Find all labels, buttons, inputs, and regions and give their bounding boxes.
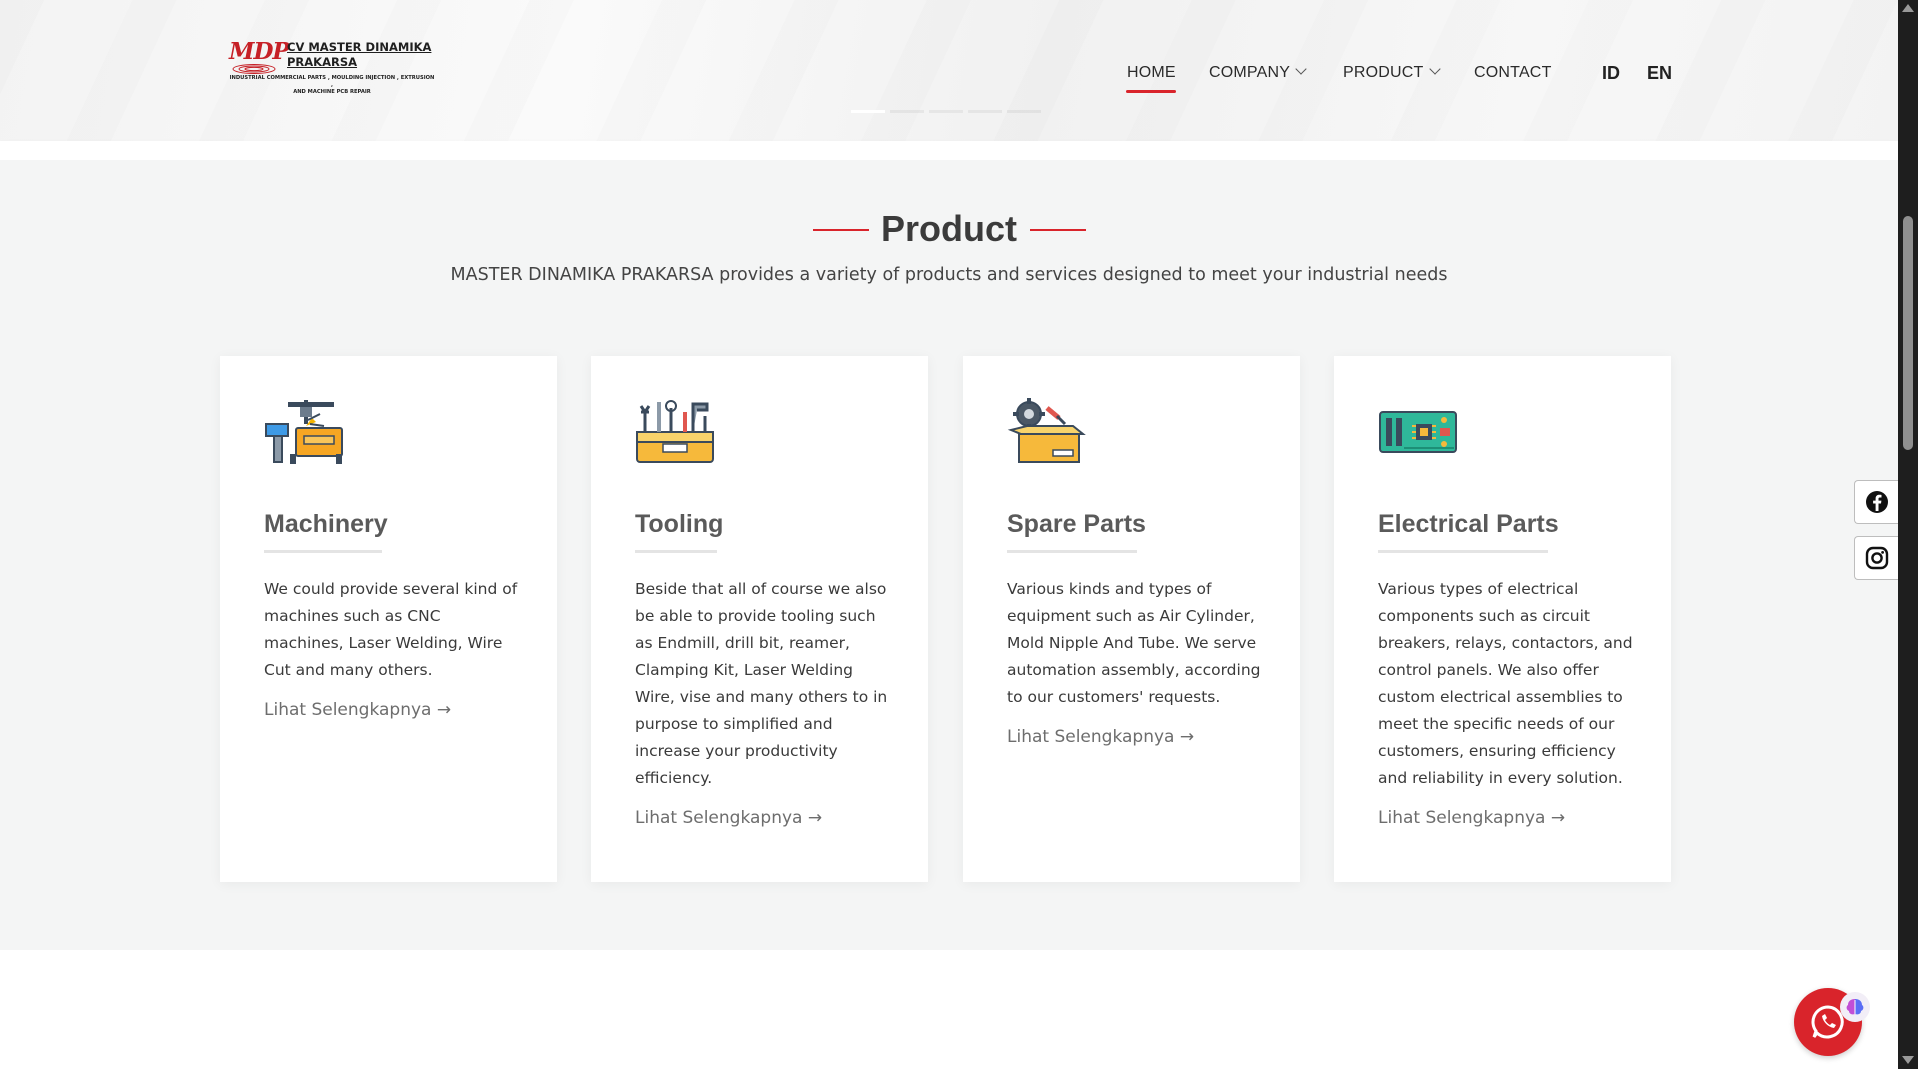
instagram-button[interactable]: [1854, 536, 1898, 580]
logo-rings-icon: [232, 64, 276, 74]
card-title-underline: [264, 550, 382, 553]
slider-dot[interactable]: [968, 110, 1002, 113]
card-title-underline: [635, 550, 717, 553]
section-title: Product: [880, 208, 1017, 249]
card-more-link[interactable]: Lihat Selengkapnya →: [635, 808, 822, 828]
instagram-icon: [1865, 546, 1888, 570]
company-logo[interactable]: MDP CV MASTER DINAMIKA PRAKARSA INDUSTRI…: [229, 38, 435, 96]
card-title: Tooling: [635, 510, 724, 538]
product-card-spare-parts[interactable]: Spare Parts Various kinds and types of e…: [963, 356, 1300, 882]
chevron-down-icon: [1295, 63, 1307, 75]
spare-parts-icon: [1007, 398, 1086, 463]
nav-company[interactable]: COMPANY: [1209, 63, 1307, 82]
logo-tagline-line1: INDUSTRIAL COMMERCIAL PARTS , MOULDING I…: [229, 75, 435, 88]
product-card-machinery[interactable]: Machinery We could provide several kind …: [220, 356, 557, 882]
nav-product[interactable]: PRODUCT: [1343, 63, 1441, 82]
chevron-down-icon: [1428, 63, 1441, 75]
nav-active-underline: [1126, 90, 1176, 93]
facebook-icon: [1865, 491, 1888, 513]
nav-contact[interactable]: CONTACT: [1474, 64, 1552, 82]
card-title: Machinery: [264, 510, 388, 538]
facebook-button[interactable]: [1854, 480, 1898, 524]
product-card-tooling[interactable]: Tooling Beside that all of course we als…: [591, 356, 928, 882]
card-description: Beside that all of course we also be abl…: [635, 580, 888, 787]
lang-en[interactable]: EN: [1647, 63, 1672, 84]
nav-contact-label: CONTACT: [1474, 64, 1552, 81]
card-description: Various types of electrical components s…: [1378, 580, 1633, 787]
logo-tagline-line2: AND MACHINE PCB REPAIR: [293, 89, 371, 95]
page-scrollbar[interactable]: [1898, 0, 1918, 1069]
card-description: Various kinds and types of equipment suc…: [1007, 580, 1261, 706]
slider-dot[interactable]: [1007, 110, 1041, 113]
lang-id[interactable]: ID: [1602, 63, 1620, 84]
scroll-up-icon[interactable]: [1902, 4, 1914, 12]
logo-name-line1: CV MASTER DINAMIKA: [287, 40, 432, 54]
scrollbar-thumb[interactable]: [1903, 216, 1913, 450]
nav-home-label: HOME: [1127, 64, 1176, 81]
card-more-link[interactable]: Lihat Selengkapnya →: [1007, 727, 1194, 747]
ai-assistant-badge[interactable]: [1840, 992, 1870, 1022]
logo-company-name: CV MASTER DINAMIKA PRAKARSA: [287, 40, 431, 70]
slider-dot[interactable]: [929, 110, 963, 113]
scroll-down-icon[interactable]: [1902, 1056, 1914, 1064]
section-subtitle: MASTER DINAMIKA PRAKARSA provides a vari…: [450, 265, 1448, 285]
slider-dot[interactable]: [890, 110, 924, 113]
brain-icon: [1846, 999, 1864, 1015]
logo-name-line2: PRAKARSA: [287, 55, 358, 69]
logo-mark: MDP: [229, 38, 290, 65]
machinery-icon: [265, 400, 343, 464]
nav-product-label: PRODUCT: [1343, 64, 1424, 81]
slider-dot[interactable]: [851, 110, 885, 113]
card-title: Electrical Parts: [1378, 510, 1559, 538]
card-description: We could provide several kind of machine…: [264, 580, 518, 679]
card-title-underline: [1378, 550, 1548, 553]
lower-section: [0, 950, 1898, 1069]
card-more-link[interactable]: Lihat Selengkapnya →: [1378, 808, 1565, 828]
logo-tagline: INDUSTRIAL COMMERCIAL PARTS , MOULDING I…: [229, 75, 435, 96]
product-card-electrical-parts[interactable]: Electrical Parts Various types of electr…: [1334, 356, 1671, 882]
circuit-board-icon: [1379, 411, 1457, 453]
card-title-underline: [1007, 550, 1137, 553]
nav-company-label: COMPANY: [1209, 64, 1291, 81]
header-bottom-bar: [0, 141, 1898, 160]
tooling-icon: [636, 400, 714, 463]
card-title: Spare Parts: [1007, 510, 1146, 538]
card-more-link[interactable]: Lihat Selengkapnya →: [264, 700, 451, 720]
nav-home[interactable]: HOME: [1127, 64, 1176, 82]
